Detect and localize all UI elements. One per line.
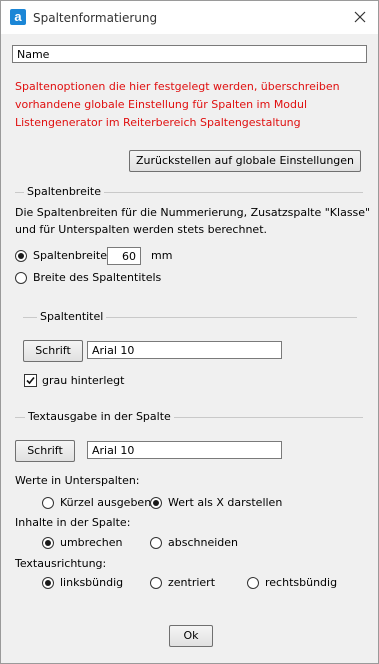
title-font-field[interactable]: Arial 10	[87, 341, 282, 359]
column-width-input[interactable]: 60	[107, 247, 141, 265]
warning-line-3: Listengenerator im Reiterbereich Spalten…	[15, 116, 301, 129]
reset-global-settings-button[interactable]: Zurückstellen auf globale Einstellungen	[129, 150, 361, 172]
name-field[interactable]: Name	[12, 45, 367, 63]
radio-wrap-label: umbrechen	[60, 536, 123, 549]
radio-title-width-label: Breite des Spaltentitels	[33, 271, 162, 284]
radio-column-width-label: Spaltenbreite	[33, 249, 107, 262]
text-font-field[interactable]: Arial 10	[87, 441, 282, 459]
close-icon[interactable]	[350, 7, 370, 27]
column-content-label: Inhalte in der Spalte:	[15, 516, 131, 529]
radio-align-left-label: linksbündig	[60, 576, 124, 589]
radio-align-right[interactable]	[247, 577, 259, 589]
column-width-info-line-2: und für Unterspalten werden stets berech…	[15, 223, 268, 236]
app-logo-icon: a	[10, 9, 26, 25]
radio-title-width[interactable]	[15, 272, 27, 284]
radio-truncate[interactable]	[150, 537, 162, 549]
radio-truncate-label: abschneiden	[168, 536, 238, 549]
text-alignment-label: Textausrichtung:	[15, 557, 107, 570]
dialog-window: a Spaltenformatierung Name Spaltenoption…	[0, 0, 379, 664]
section-heading-column-title: Spaltentitel	[37, 310, 107, 323]
grey-background-label: grau hinterlegt	[42, 374, 125, 387]
radio-column-width[interactable]	[15, 250, 27, 262]
text-font-button[interactable]: Schrift	[15, 440, 75, 462]
ok-button[interactable]: Ok	[169, 625, 213, 647]
radio-align-center[interactable]	[150, 577, 162, 589]
radio-align-left[interactable]	[42, 577, 54, 589]
grey-background-checkbox[interactable]	[24, 374, 37, 387]
column-width-unit: mm	[151, 249, 173, 262]
title-font-button[interactable]: Schrift	[23, 340, 83, 362]
column-width-info-line-1: Die Spaltenbreiten für die Nummerierung,…	[15, 206, 371, 219]
section-heading-text-output: Textausgabe in der Spalte	[25, 410, 174, 423]
checkmark-icon	[26, 376, 35, 385]
warning-line-2: vorhandene globale Einstellung für Spalt…	[15, 98, 308, 111]
section-heading-column-width: Spaltenbreite	[24, 185, 104, 198]
radio-value-as-x-label: Wert als X darstellen	[168, 496, 283, 509]
window-title: Spaltenformatierung	[33, 11, 158, 25]
radio-align-right-label: rechtsbündig	[265, 576, 338, 589]
radio-abbreviation[interactable]	[42, 497, 54, 509]
radio-value-as-x[interactable]	[150, 497, 162, 509]
radio-abbreviation-label: Kürzel ausgeben	[60, 496, 152, 509]
warning-line-1: Spaltenoptionen die hier festgelegt werd…	[15, 80, 340, 93]
subcolumn-values-label: Werte in Unterspalten:	[15, 474, 140, 487]
title-bar: a Spaltenformatierung	[1, 1, 378, 34]
radio-align-center-label: zentriert	[168, 576, 216, 589]
radio-wrap[interactable]	[42, 537, 54, 549]
